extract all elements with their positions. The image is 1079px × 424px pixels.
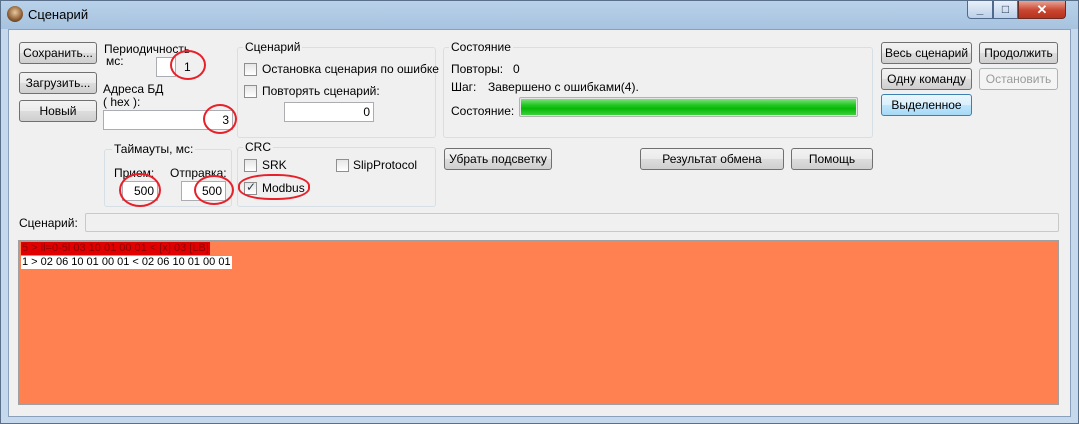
run-whole-scenario-button[interactable]: Весь сценарий [881,42,972,64]
step-value: Завершено с ошибками(4). [488,80,639,94]
window-title: Сценарий [28,7,89,22]
clear-highlight-button[interactable]: Убрать подсветку [444,148,552,170]
scenario-input[interactable] [85,213,1059,232]
slip-protocol-label: SlipProtocol [353,158,418,172]
minimize-button[interactable]: _ [967,1,993,19]
timeouts-legend: Таймауты, мс: [112,142,196,156]
app-icon [7,6,23,22]
run-selected-button[interactable]: Выделенное [881,94,972,116]
close-button[interactable]: ✕ [1018,1,1066,19]
scenario-log[interactable]: 5 > ll=0-5l 03 10 01 00 01 < [x] 03 [LB]… [18,240,1059,405]
repeat-scenario-checkbox[interactable] [244,85,257,98]
repeats-value: 0 [513,62,520,76]
period-unit-label: мс: [106,54,124,68]
save-button[interactable]: Сохранить... [19,42,97,64]
srk-label: SRK [262,158,287,172]
status-legend: Состояние [449,40,513,54]
load-button[interactable]: Загрузить... [19,72,97,94]
stop-button[interactable]: Остановить [979,68,1058,90]
run-one-command-button[interactable]: Одну команду [881,68,972,90]
maximize-icon: □ [1001,2,1010,16]
new-button[interactable]: Новый [19,100,97,122]
srk-checkbox[interactable] [244,159,257,172]
stop-on-error-label: Остановка сценария по ошибке [262,62,439,76]
title-bar[interactable]: Сценарий _ □ ✕ [1,1,1078,29]
progress-bar [519,97,858,117]
minimize-icon: _ [976,2,984,16]
db-address-label: Адреса БД [103,82,164,96]
close-icon: ✕ [1036,2,1048,17]
log-line[interactable]: 1 > 02 06 10 01 00 01 < 02 06 10 01 00 0… [21,256,232,269]
db-address-hex-label: ( hex ): [103,95,141,109]
state-label: Состояние: [451,104,515,118]
scenario-options-legend: Сценарий [243,40,303,54]
step-label: Шаг: [451,80,477,94]
scenario-label: Сценарий: [19,216,78,230]
slip-protocol-checkbox[interactable] [336,159,349,172]
red-annotation-circle [119,173,161,207]
stop-on-error-checkbox[interactable] [244,63,257,76]
repeat-count-input[interactable]: 0 [284,102,374,122]
exchange-result-button[interactable]: Результат обмена [640,148,784,170]
log-line-error[interactable]: 5 > ll=0-5l 03 10 01 00 01 < [x] 03 [LB] [21,242,210,255]
progress-bar-fill [521,99,856,115]
crc-legend: CRC [243,140,273,154]
red-annotation-circle [194,175,234,205]
continue-button[interactable]: Продолжить [979,42,1058,64]
red-annotation-circle [170,50,206,80]
red-annotation-circle [238,174,310,200]
repeats-label: Повторы: [451,62,504,76]
help-button[interactable]: Помощь [791,148,873,170]
maximize-button[interactable]: □ [993,1,1018,19]
repeat-scenario-label: Повторять сценарий: [262,84,380,98]
red-annotation-circle [203,104,237,134]
